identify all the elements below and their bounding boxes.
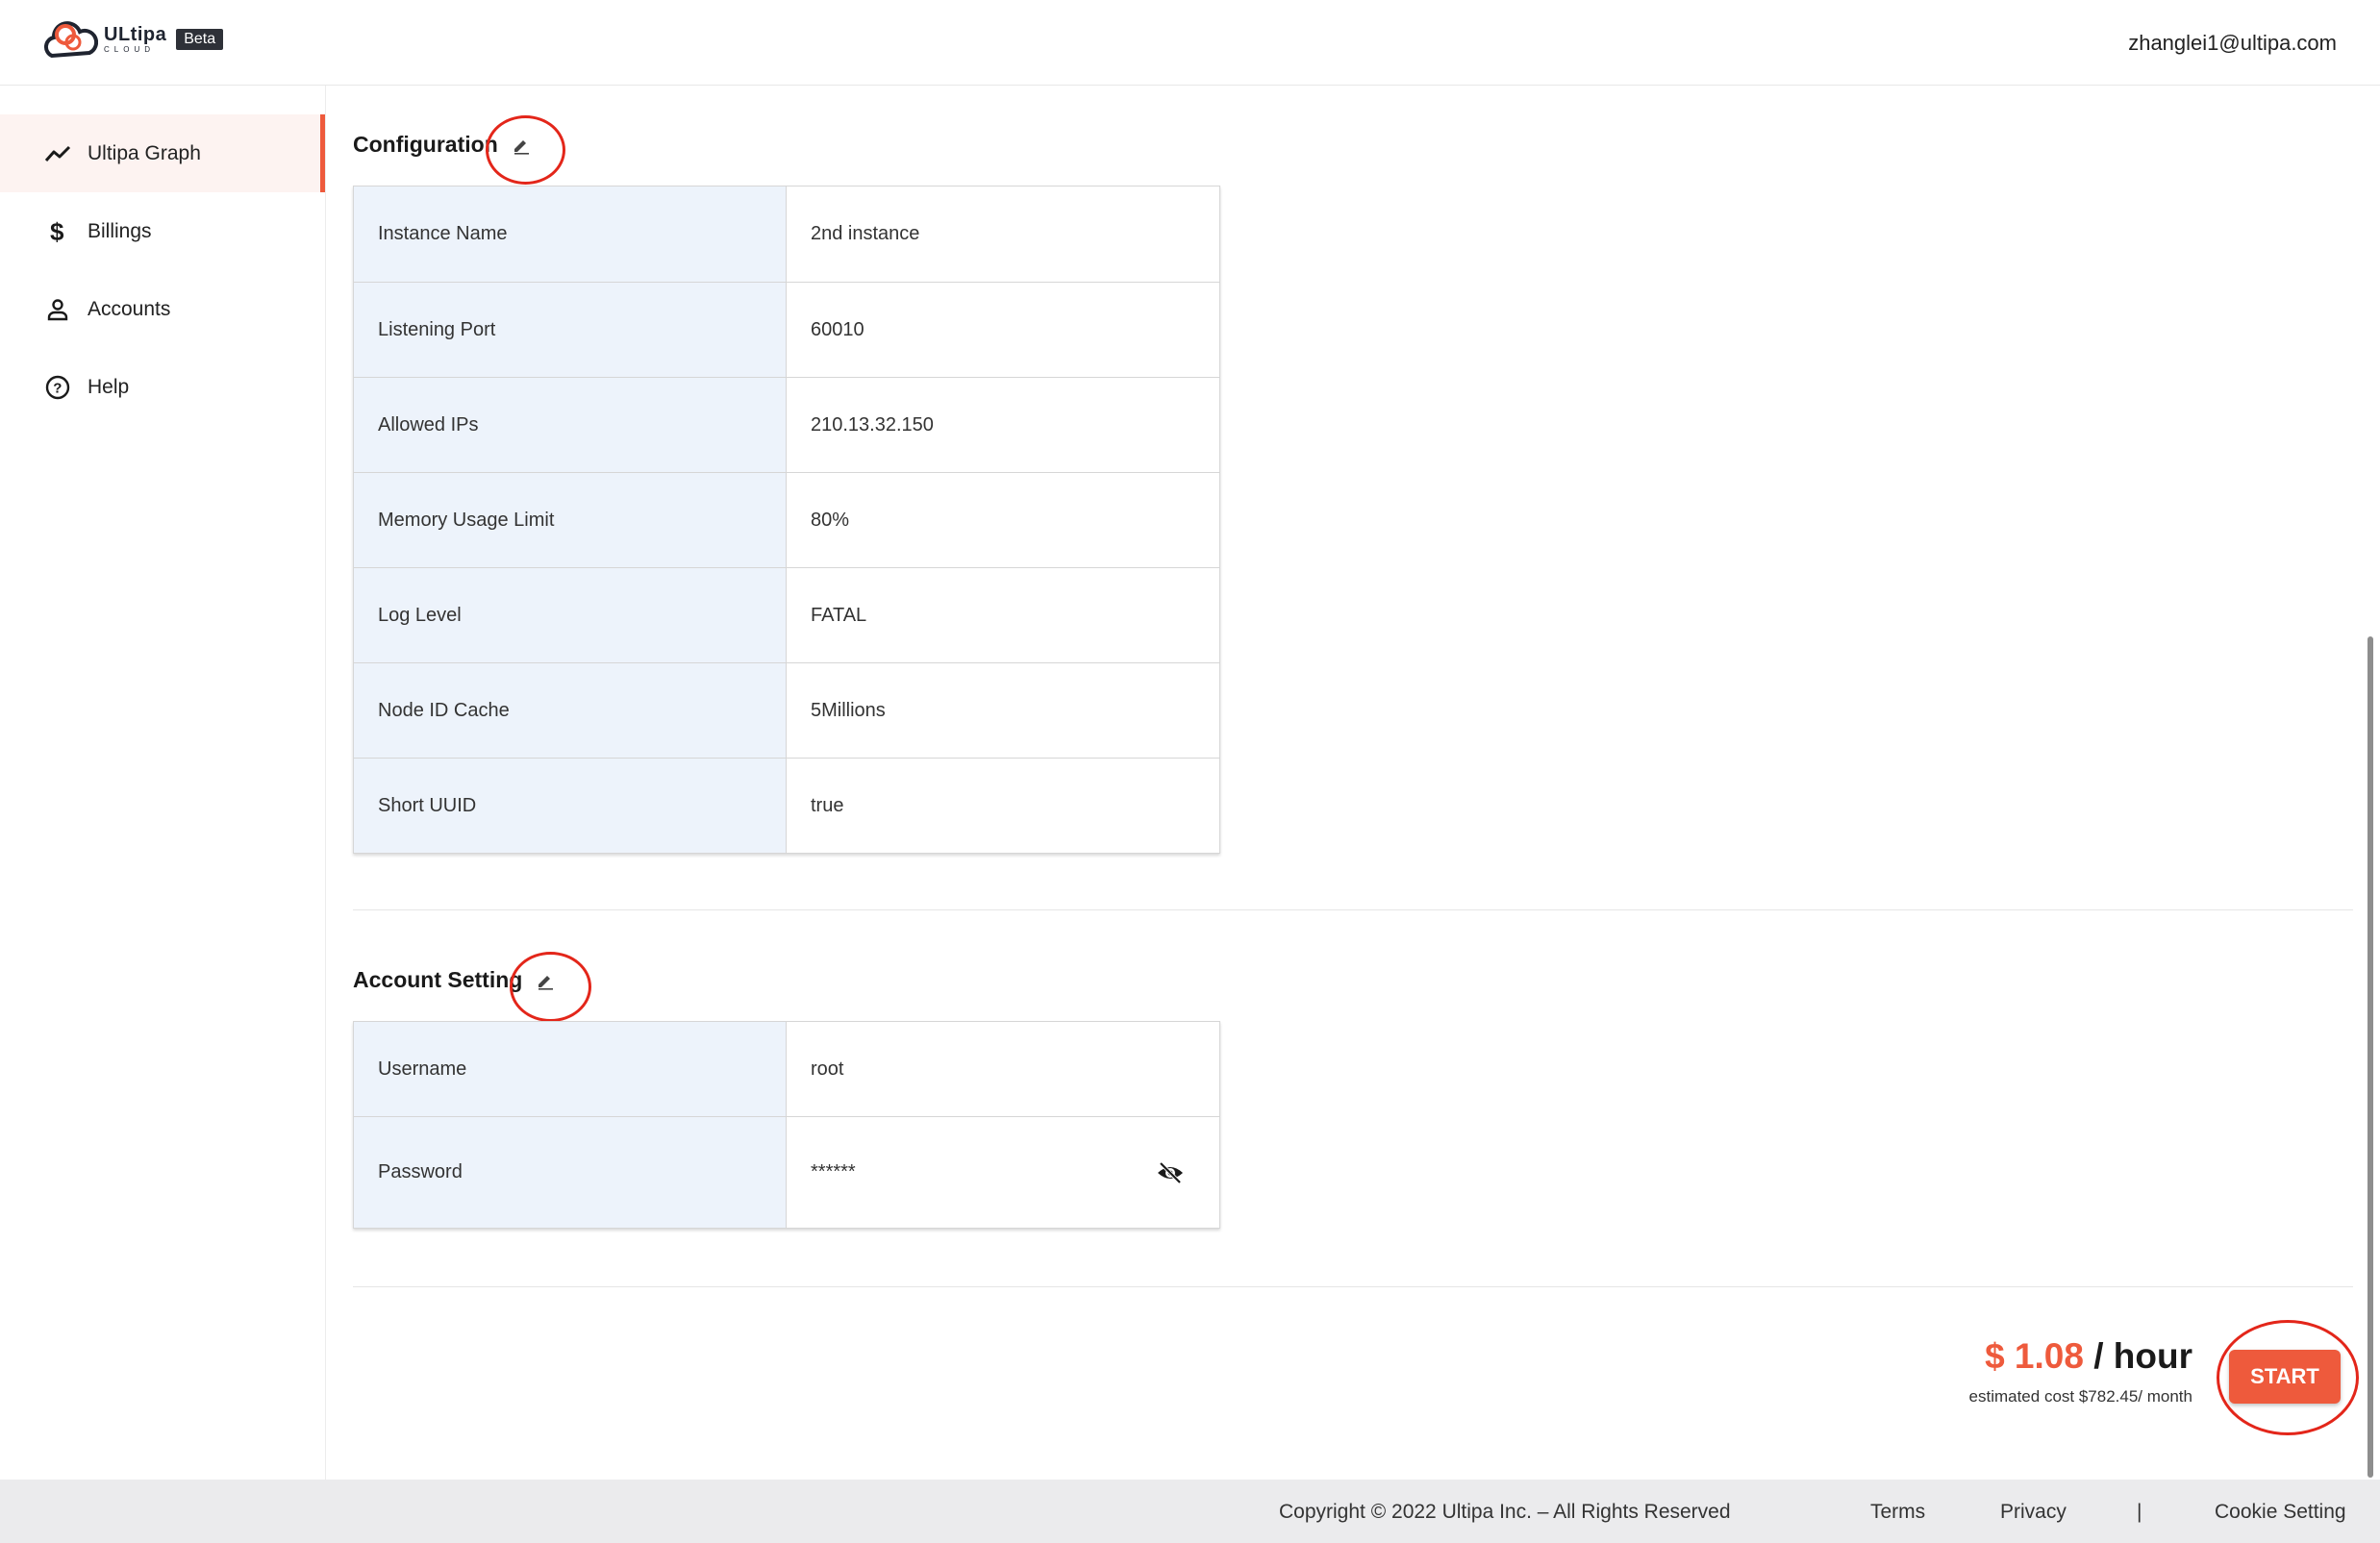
section-divider [353, 1286, 2353, 1287]
annotation-circle [2217, 1320, 2359, 1435]
cookie-setting-link[interactable]: Cookie Setting [2215, 1501, 2346, 1524]
row-value: FATAL [811, 604, 867, 626]
row-key: Instance Name [354, 187, 787, 282]
logo-wordmark: ULtipa [104, 24, 167, 45]
sidebar-item-ultipa-graph[interactable]: Ultipa Graph [0, 114, 325, 192]
password-value: ****** [787, 1117, 1219, 1228]
row-value: 5Millions [811, 699, 886, 721]
row-key: Short UUID [354, 759, 787, 853]
beta-badge: Beta [176, 29, 224, 50]
person-icon [43, 295, 72, 324]
help-circle-icon: ? [43, 373, 72, 402]
visibility-off-icon[interactable] [1156, 1161, 1185, 1184]
svg-text:?: ? [53, 380, 62, 396]
row-value: 210.13.32.150 [811, 413, 934, 436]
row-key: Allowed IPs [354, 378, 787, 472]
sidebar-item-label: Ultipa Graph [88, 141, 201, 164]
row-key: Password [354, 1117, 787, 1228]
table-row: Log Level FATAL [354, 567, 1219, 662]
row-value: 60010 [811, 318, 864, 340]
footer-separator: | [2137, 1501, 2142, 1523]
table-row: Short UUID true [354, 758, 1219, 853]
account-setting-table: Username root Password ****** [353, 1021, 1220, 1229]
price-unit: / hour [2083, 1336, 2192, 1376]
row-key: Log Level [354, 568, 787, 662]
table-row: Username root [354, 1022, 1219, 1116]
sidebar-item-label: Help [88, 375, 130, 398]
row-value: 2nd instance [811, 223, 920, 244]
sidebar-item-label: Billings [88, 219, 152, 242]
table-row: Password ****** [354, 1116, 1219, 1228]
terms-link[interactable]: Terms [1870, 1501, 1925, 1524]
copyright-text: Copyright © 2022 Ultipa Inc. – All Right… [1279, 1501, 1731, 1523]
hourly-price: $ 1.08 [1985, 1336, 2084, 1376]
ultipa-cloud-logo-icon [43, 21, 98, 59]
logo-subtitle: CLOUD [104, 45, 156, 54]
privacy-link[interactable]: Privacy [2000, 1501, 2067, 1524]
price-summary: $ 1.08 / hour estimated cost $782.45/ mo… [1969, 1338, 2192, 1406]
table-row: Memory Usage Limit 80% [354, 472, 1219, 567]
row-value: 80% [811, 509, 850, 531]
row-key: Memory Usage Limit [354, 473, 787, 567]
row-value: root [811, 1058, 844, 1080]
row-value: true [811, 794, 844, 816]
footer: Copyright © 2022 Ultipa Inc. – All Right… [0, 1480, 2380, 1543]
user-email[interactable]: zhanglei1@ultipa.com [2128, 31, 2337, 56]
sidebar-item-label: Accounts [88, 297, 171, 320]
annotation-circle [510, 952, 591, 1022]
dollar-icon: $ [43, 217, 72, 246]
section-divider [353, 909, 2353, 910]
top-bar: ULtipa CLOUD Beta zhanglei1@ultipa.com [0, 0, 2380, 86]
scrollbar[interactable] [2367, 636, 2373, 1478]
annotation-circle [486, 115, 565, 185]
row-key: Listening Port [354, 283, 787, 377]
ultipa-logo[interactable]: ULtipa CLOUD Beta [42, 17, 224, 62]
table-row: Node ID Cache 5Millions [354, 662, 1219, 758]
configuration-table: Instance Name 2nd instance Listening Por… [353, 186, 1220, 854]
sidebar-item-help[interactable]: ? Help [0, 348, 325, 426]
sidebar-item-billings[interactable]: $ Billings [0, 192, 325, 270]
sidebar-item-accounts[interactable]: Accounts [0, 270, 325, 348]
row-key: Node ID Cache [354, 663, 787, 758]
table-row: Listening Port 60010 [354, 282, 1219, 377]
table-row: Instance Name 2nd instance [354, 187, 1219, 282]
sidebar: Ultipa Graph $ Billings Accounts ? Help [0, 86, 326, 1480]
svg-text:$: $ [50, 218, 64, 245]
table-row: Allowed IPs 210.13.32.150 [354, 377, 1219, 472]
monthly-estimate: estimated cost $782.45/ month [1968, 1387, 2192, 1406]
row-key: Username [354, 1022, 787, 1116]
trending-line-icon [43, 139, 72, 168]
